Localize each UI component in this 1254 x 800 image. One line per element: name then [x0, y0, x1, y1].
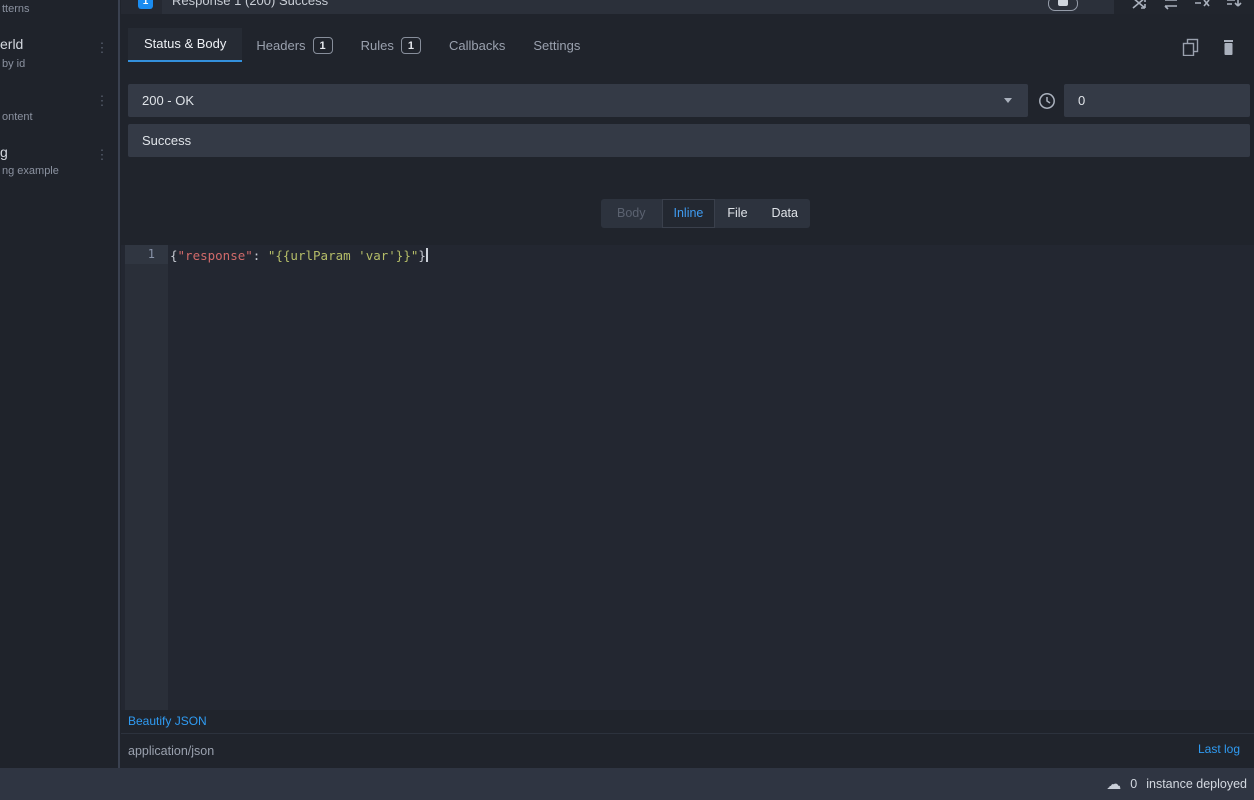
tab-status-body[interactable]: Status & Body	[128, 28, 242, 62]
route-subtitle: tterns	[2, 3, 30, 15]
code-token: }	[418, 248, 426, 263]
delete-response-icon[interactable]	[1221, 39, 1239, 57]
last-log-link[interactable]: Last log	[1198, 734, 1240, 764]
duplicate-response-icon[interactable]	[1182, 38, 1200, 56]
response-select-dropdown[interactable]: Response 1 (200) Success	[162, 0, 1114, 14]
disable-rules-icon[interactable]	[1194, 0, 1210, 11]
route-subtitle: ng example	[2, 165, 59, 177]
body-toggle-label: Body	[601, 199, 662, 228]
chevron-down-icon	[1004, 98, 1012, 103]
tab-label: Callbacks	[449, 29, 505, 62]
body-type-file[interactable]: File	[715, 199, 759, 228]
response-actions	[1119, 38, 1254, 58]
instance-count: 0	[1130, 777, 1137, 791]
fallback-mode-icon[interactable]	[1226, 0, 1242, 11]
route-response-panel: 1 Response 1 (200) Success Status & Body	[120, 0, 1254, 768]
body-type-data[interactable]: Data	[760, 199, 810, 228]
rules-count-badge: 1	[401, 37, 421, 54]
response-selector-bar: 1 Response 1 (200) Success	[121, 0, 1254, 14]
code-token: "response"	[178, 248, 253, 263]
add-response-button[interactable]	[1048, 0, 1078, 11]
tab-settings[interactable]: Settings	[519, 28, 594, 62]
tab-label: Settings	[533, 29, 580, 62]
body-type-inline[interactable]: Inline	[662, 199, 716, 228]
text-cursor	[426, 248, 428, 262]
tab-rules[interactable]: Rules 1	[347, 28, 435, 62]
route-subtitle: ontent	[2, 111, 33, 123]
editor-footer: application/json Last log	[120, 734, 1254, 768]
routes-sidebar: tterns erld ⋮ by id ⋮ ontent g ⋮ ng exam…	[0, 0, 118, 768]
tab-label: Headers	[256, 29, 305, 62]
response-count-badge: 1	[138, 0, 153, 9]
route-menu-icon[interactable]: ⋮	[95, 147, 109, 163]
beautify-json-link[interactable]: Beautify JSON	[128, 710, 207, 733]
route-menu-icon[interactable]: ⋮	[95, 93, 109, 109]
response-label-input[interactable]: Success	[128, 124, 1250, 157]
code-token: {	[170, 248, 178, 263]
route-subtitle: by id	[2, 58, 25, 70]
response-tabs: Status & Body Headers 1 Rules 1 Callback…	[121, 28, 1254, 62]
body-type-toggle: Body Inline File Data	[601, 199, 810, 228]
tab-headers[interactable]: Headers 1	[242, 28, 346, 62]
response-mode-panel	[1114, 0, 1254, 14]
tab-callbacks[interactable]: Callbacks	[435, 28, 519, 62]
status-code-select[interactable]: 200 - OK	[128, 84, 1028, 117]
response-label-value: Success	[142, 124, 191, 157]
instance-deployed-label[interactable]: instance deployed	[1146, 777, 1247, 791]
status-latency-row: 200 - OK 0	[120, 84, 1254, 117]
cloud-icon: ☁	[1106, 777, 1121, 792]
latency-input[interactable]: 0	[1064, 84, 1250, 117]
route-menu-icon[interactable]: ⋮	[95, 40, 109, 56]
body-code-editor[interactable]: 1 {"response": "{{urlParam 'var'}}"}	[121, 245, 1254, 710]
route-title[interactable]: g	[0, 144, 8, 160]
random-response-icon[interactable]	[1132, 0, 1148, 11]
latency-value: 0	[1078, 84, 1085, 117]
route-title[interactable]: erld	[0, 36, 23, 52]
headers-count-badge: 1	[313, 37, 333, 54]
app-status-bar: ☁ 0 instance deployed	[0, 768, 1254, 800]
tab-label: Rules	[361, 29, 394, 62]
status-code-value: 200 - OK	[142, 84, 194, 117]
add-response-icon	[1058, 0, 1068, 6]
sequential-response-icon[interactable]	[1163, 0, 1179, 11]
latency-clock-icon	[1038, 92, 1056, 110]
editor-gutter: 1	[125, 245, 168, 710]
code-token: :	[253, 248, 268, 263]
response-select-label: Response 1 (200) Success	[172, 0, 328, 8]
code-token: "{{urlParam 'var'}}"	[268, 248, 419, 263]
content-type-label: application/json	[128, 734, 214, 768]
tab-label: Status & Body	[144, 28, 226, 60]
code-line[interactable]: {"response": "{{urlParam 'var'}}"}	[170, 246, 428, 265]
line-number: 1	[125, 245, 168, 264]
